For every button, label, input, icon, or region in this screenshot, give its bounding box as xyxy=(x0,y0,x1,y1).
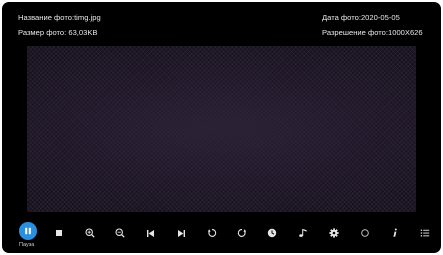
settings-button[interactable] xyxy=(326,221,342,245)
zoom-out-icon xyxy=(115,228,125,238)
previous-icon xyxy=(146,229,154,237)
photo-size: Размер фото: 63,03KB xyxy=(18,28,98,37)
control-toolbar xyxy=(2,221,441,245)
gear-icon xyxy=(329,228,339,238)
rotate-right-icon xyxy=(237,229,247,237)
rotate-right-button[interactable] xyxy=(234,221,250,245)
clock-icon xyxy=(267,228,277,238)
circle-icon xyxy=(361,229,369,237)
list-icon xyxy=(420,229,430,237)
rotate-left-icon xyxy=(207,229,217,237)
music-button[interactable] xyxy=(295,221,311,245)
next-icon xyxy=(177,229,185,237)
zoom-in-icon xyxy=(85,228,95,238)
zoom-in-button[interactable] xyxy=(82,221,98,245)
zoom-out-button[interactable] xyxy=(112,221,128,245)
circle-button[interactable] xyxy=(357,221,373,245)
stop-button[interactable] xyxy=(51,221,67,245)
info-button[interactable] xyxy=(387,221,403,245)
music-icon xyxy=(299,229,307,237)
next-button[interactable] xyxy=(173,221,189,245)
info-icon xyxy=(393,228,397,237)
photo-resolution: Разрешение фото:1000X626 xyxy=(322,28,423,37)
rotate-left-button[interactable] xyxy=(204,221,220,245)
photo-viewer-screen: Название фото:timg.jpg Размер фото: 63,0… xyxy=(2,2,441,253)
list-button[interactable] xyxy=(417,221,433,245)
photo-name: Название фото:timg.jpg xyxy=(18,13,101,22)
previous-button[interactable] xyxy=(142,221,158,245)
photo-date: Дата фото:2020-05-05 xyxy=(322,13,400,22)
photo-display xyxy=(27,46,416,212)
stop-icon xyxy=(56,230,62,236)
clock-button[interactable] xyxy=(264,221,280,245)
